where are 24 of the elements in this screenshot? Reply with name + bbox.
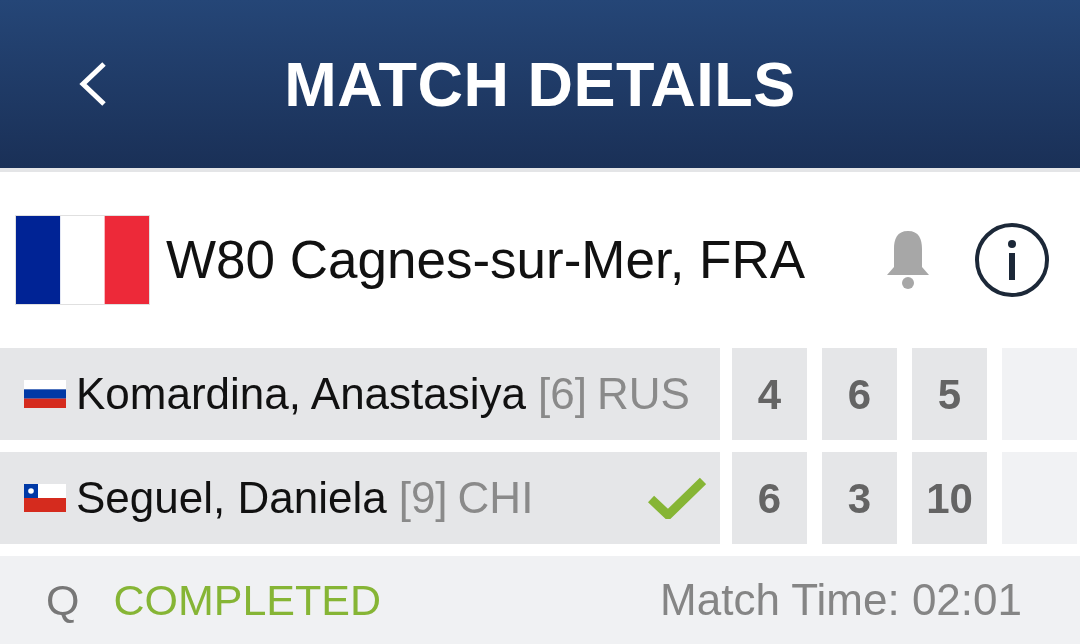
player-country: RUS bbox=[596, 368, 690, 420]
match-time: Match Time: 02:01 bbox=[660, 574, 1022, 626]
set-score: 4 bbox=[732, 348, 807, 440]
set-score: 6 bbox=[732, 452, 807, 544]
set-score: 3 bbox=[822, 452, 897, 544]
set-score: 10 bbox=[912, 452, 987, 544]
match-status: COMPLETED bbox=[113, 574, 382, 626]
flag-icon bbox=[15, 215, 150, 305]
flag-icon bbox=[24, 380, 66, 408]
round-label: Q bbox=[46, 574, 80, 626]
player-name: Seguel, Daniela bbox=[76, 472, 387, 524]
bell-icon bbox=[884, 229, 932, 291]
info-button[interactable] bbox=[974, 222, 1050, 298]
player-seed: [6] bbox=[538, 368, 587, 420]
player-name: Komardina, Anastasiya bbox=[76, 368, 527, 420]
back-icon bbox=[77, 61, 107, 107]
player-country: CHI bbox=[457, 472, 534, 524]
set-score: 5 bbox=[912, 348, 987, 440]
player-seed: [9] bbox=[398, 472, 448, 524]
page-title: MATCH DETAILS bbox=[284, 52, 796, 116]
tournament-name: W80 Cagnes-sur-Mer, FRA bbox=[166, 229, 806, 292]
flag-icon bbox=[24, 484, 66, 512]
info-icon bbox=[974, 222, 1050, 298]
set-score: 6 bbox=[822, 348, 897, 440]
